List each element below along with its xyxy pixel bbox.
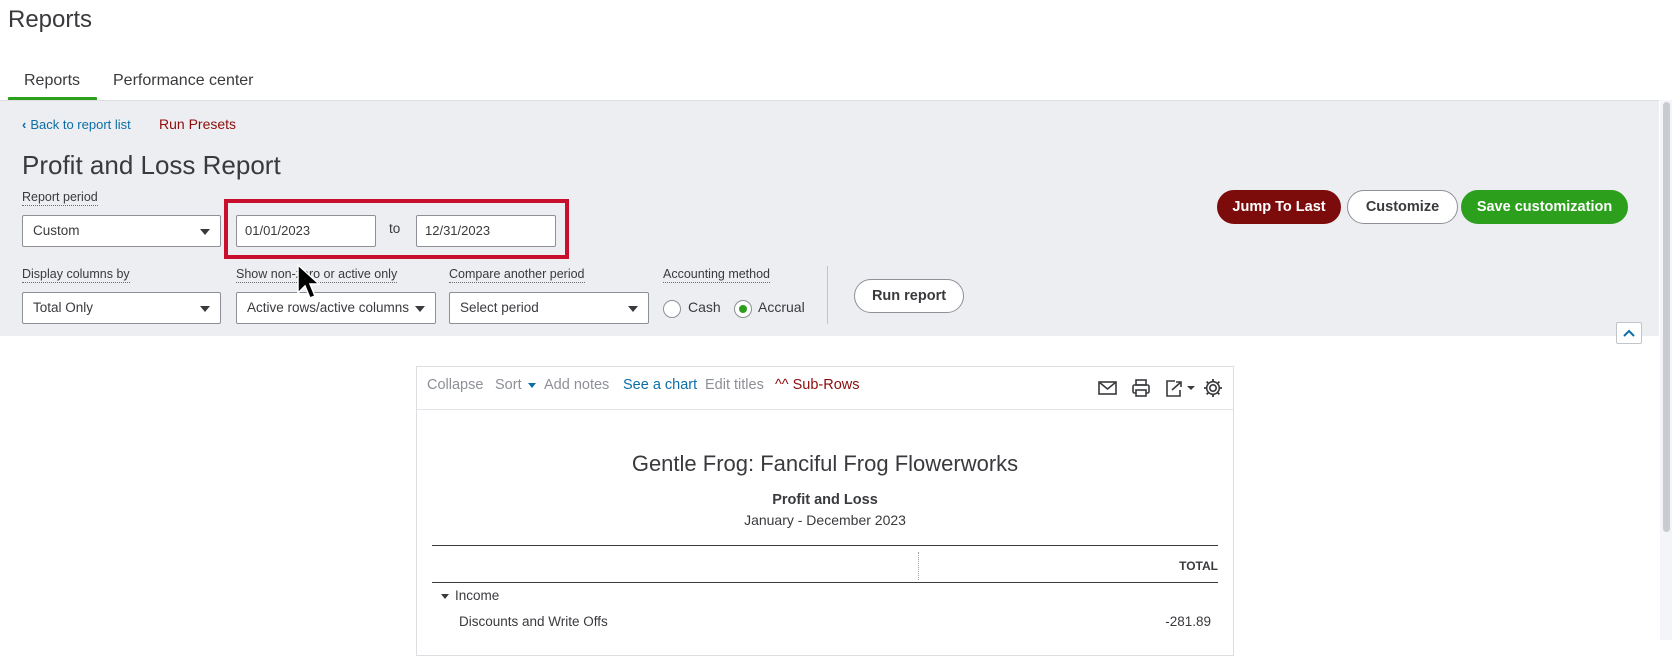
page-scrollbar[interactable]: [1660, 100, 1672, 640]
page-title: Reports: [8, 6, 93, 33]
company-name: Gentle Frog: Fanciful Frog Flowerworks: [631, 451, 1019, 476]
see-chart-button[interactable]: See a chart: [623, 377, 697, 393]
report-period-value: Custom: [33, 223, 80, 238]
table-row-discounts-label[interactable]: Discounts and Write Offs: [459, 614, 608, 629]
tab-bar: Reports Performance center: [0, 62, 1672, 102]
customize-button[interactable]: Customize: [1347, 190, 1458, 224]
display-columns-label: Display columns by: [22, 267, 130, 283]
show-nonzero-value: Active rows/active columns: [247, 300, 410, 315]
caret-down-icon: [200, 306, 210, 312]
income-label: Income: [455, 588, 500, 603]
to-label: to: [389, 221, 401, 236]
save-customization-button[interactable]: Save customization: [1461, 190, 1628, 224]
report-period-select[interactable]: Custom: [22, 215, 221, 247]
caret-down-icon: [527, 382, 536, 388]
settings-gear-icon[interactable]: [1202, 377, 1224, 399]
table-row-income[interactable]: Income: [441, 588, 499, 603]
back-to-report-list-link[interactable]: ‹ Back to report list: [22, 117, 131, 132]
mouse-cursor-icon: [297, 263, 320, 299]
tab-performance-center[interactable]: Performance center: [113, 72, 254, 102]
edit-titles-button[interactable]: Edit titles: [705, 377, 764, 393]
report-period: January - December 2023: [744, 512, 906, 528]
caret-down-icon: [628, 306, 638, 312]
date-to-input[interactable]: 12/31/2023: [416, 215, 556, 247]
print-icon[interactable]: [1130, 377, 1152, 399]
jump-to-last-button[interactable]: Jump To Last: [1217, 190, 1341, 224]
accounting-method-label: Accounting method: [663, 267, 771, 283]
chevron-left-icon: ‹: [22, 117, 27, 132]
display-columns-value: Total Only: [33, 300, 94, 315]
report-card: Collapse Sort Add notes See a chart Edit…: [416, 366, 1234, 656]
collapse-button[interactable]: Collapse: [427, 377, 483, 393]
cash-radio[interactable]: [663, 300, 681, 318]
sort-label: Sort: [495, 377, 522, 393]
export-icon[interactable]: [1163, 377, 1197, 399]
compare-period-select[interactable]: Select period: [449, 292, 649, 324]
total-column-header: TOTAL: [1179, 559, 1218, 573]
report-name: Profit and Loss: [772, 492, 878, 508]
table-top-rule: [432, 545, 1218, 546]
show-nonzero-select[interactable]: Active rows/active columns: [236, 292, 436, 324]
column-divider: [918, 552, 919, 580]
report-toolbar: Collapse Sort Add notes See a chart Edit…: [417, 367, 1233, 410]
add-notes-button[interactable]: Add notes: [544, 377, 609, 393]
chevron-up-icon: [1623, 329, 1635, 337]
scrollbar-thumb[interactable]: [1663, 102, 1670, 532]
report-period-label: Report period: [22, 190, 98, 206]
table-header-rule: [432, 582, 1218, 583]
caret-down-icon: [415, 306, 425, 312]
caret-down-icon: [200, 229, 210, 235]
caret-down-icon[interactable]: [441, 593, 449, 599]
accrual-radio-label[interactable]: Accrual: [758, 299, 805, 315]
cash-radio-label[interactable]: Cash: [688, 299, 721, 315]
report-title: Profit and Loss Report: [22, 150, 281, 180]
date-from-input[interactable]: 01/01/2023: [236, 215, 376, 247]
sort-button[interactable]: Sort: [495, 377, 536, 393]
collapse-panel-button[interactable]: [1616, 322, 1642, 344]
back-link-label: Back to report list: [30, 117, 131, 132]
accrual-radio[interactable]: [734, 300, 752, 318]
display-columns-select[interactable]: Total Only: [22, 292, 221, 324]
filters-divider: [827, 266, 828, 324]
sub-rows-button[interactable]: ^^ Sub-Rows: [775, 377, 860, 393]
run-report-button[interactable]: Run report: [854, 279, 964, 313]
table-row-discounts-value[interactable]: -281.89: [1165, 614, 1211, 629]
compare-period-value: Select period: [460, 300, 539, 315]
email-icon[interactable]: [1097, 377, 1119, 399]
compare-period-label: Compare another period: [449, 267, 585, 283]
run-presets-link[interactable]: Run Presets: [159, 116, 236, 132]
